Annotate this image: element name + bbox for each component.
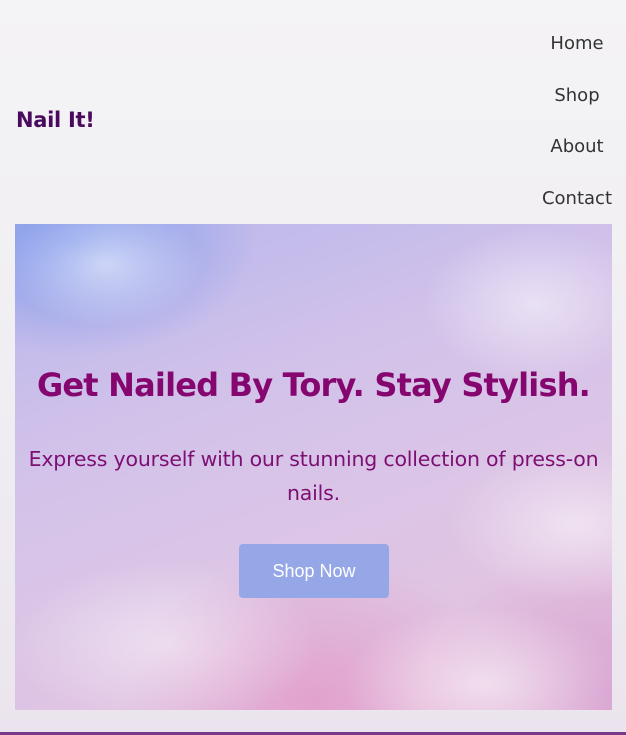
nav-item-home[interactable]: Home — [550, 30, 603, 82]
site-header: Nail It! Home Shop About Contact — [0, 0, 626, 224]
hero-subtitle: Express yourself with our stunning colle… — [28, 447, 599, 505]
shop-now-button[interactable]: Shop Now — [239, 544, 389, 598]
nav-item-about[interactable]: About — [550, 133, 603, 185]
nav-item-shop[interactable]: Shop — [554, 82, 599, 134]
brand-logo[interactable]: Nail It! — [16, 108, 95, 132]
hero-content: Get Nailed By Tory. Stay Stylish. Expres… — [15, 224, 612, 710]
hero-title: Get Nailed By Tory. Stay Stylish. — [36, 366, 591, 404]
main-nav: Home Shop About Contact — [542, 30, 612, 236]
hero-banner: Get Nailed By Tory. Stay Stylish. Expres… — [15, 224, 612, 710]
